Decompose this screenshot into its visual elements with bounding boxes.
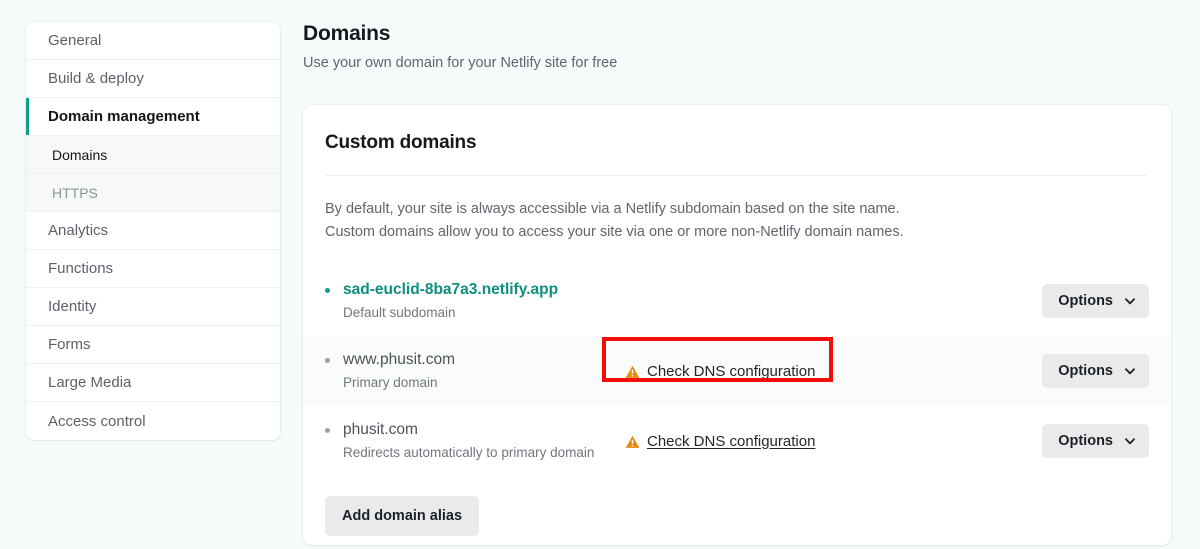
sidebar-item-label: Functions <box>48 260 114 277</box>
sidebar-item-access-control[interactable]: Access control <box>26 402 280 440</box>
domain-info: phusit.com Redirects automatically to pr… <box>325 420 625 462</box>
sidebar-item-label: Forms <box>48 336 91 353</box>
chevron-down-icon <box>1125 367 1135 374</box>
table-row: phusit.com Redirects automatically to pr… <box>303 406 1171 476</box>
sidebar-item-label: Analytics <box>48 222 109 239</box>
options-button-label: Options <box>1058 363 1113 379</box>
sidebar-item-identity[interactable]: Identity <box>26 288 280 326</box>
sidebar-item-label: Large Media <box>48 374 132 391</box>
card-title: Custom domains <box>325 132 477 153</box>
sidebar-item-label: Access control <box>48 412 146 430</box>
card-description: By default, your site is always accessib… <box>303 176 1171 244</box>
sidebar-item-domain-management[interactable]: Domain management <box>26 98 280 136</box>
warning-triangle-icon <box>625 435 640 448</box>
sidebar-item-label: General <box>48 32 102 49</box>
sidebar-item-functions[interactable]: Functions <box>26 250 280 288</box>
warning-triangle-icon <box>625 365 640 378</box>
card-description-line-2: Custom domains allow you to access your … <box>325 224 904 240</box>
page-header: Domains Use your own domain for your Net… <box>303 22 1171 71</box>
sidebar-item-https[interactable]: HTTPS <box>26 174 280 212</box>
add-domain-alias-wrap: Add domain alias <box>303 476 1171 536</box>
options-button[interactable]: Options <box>1042 424 1149 458</box>
domain-name: phusit.com <box>343 421 418 438</box>
sidebar-item-label: Identity <box>48 298 97 315</box>
sidebar-subitem-label: Domains <box>52 146 108 163</box>
domain-note: Default subdomain <box>343 305 456 320</box>
check-dns-configuration-link[interactable]: Check DNS configuration <box>625 363 815 380</box>
bullet-icon <box>325 428 330 433</box>
options-button[interactable]: Options <box>1042 284 1149 318</box>
sidebar-item-large-media[interactable]: Large Media <box>26 364 280 402</box>
options-button-label: Options <box>1058 433 1113 449</box>
sidebar-item-build-deploy[interactable]: Build & deploy <box>26 60 280 98</box>
domain-link[interactable]: sad-euclid-8ba7a3.netlify.app <box>343 280 558 300</box>
card-description-line-1: By default, your site is always accessib… <box>325 201 900 217</box>
settings-sidebar: General Build & deploy Domain management… <box>26 22 280 440</box>
bullet-icon <box>325 358 330 363</box>
chevron-down-icon <box>1125 437 1135 444</box>
sidebar-item-label: Build & deploy <box>48 70 144 87</box>
page-title: Domains <box>303 22 391 45</box>
options-button[interactable]: Options <box>1042 354 1149 388</box>
sidebar-item-forms[interactable]: Forms <box>26 326 280 364</box>
options-button-label: Options <box>1058 293 1113 309</box>
domain-name: www.phusit.com <box>343 351 455 368</box>
custom-domains-card: Custom domains By default, your site is … <box>303 105 1171 545</box>
bullet-icon <box>325 288 330 293</box>
table-row: www.phusit.com Primary domain Check DNS … <box>303 336 1171 406</box>
chevron-down-icon <box>1125 297 1135 304</box>
domain-info: www.phusit.com Primary domain <box>325 350 625 392</box>
domain-note: Redirects automatically to primary domai… <box>343 445 595 460</box>
check-dns-configuration-label: Check DNS configuration <box>647 362 816 380</box>
domain-info: sad-euclid-8ba7a3.netlify.app Default su… <box>325 280 625 322</box>
add-domain-alias-button[interactable]: Add domain alias <box>325 496 480 536</box>
domain-list: sad-euclid-8ba7a3.netlify.app Default su… <box>303 266 1171 476</box>
check-dns-configuration-link[interactable]: Check DNS configuration <box>625 433 815 450</box>
page-subtitle: Use your own domain for your Netlify sit… <box>303 55 618 71</box>
sidebar-item-domains[interactable]: Domains <box>26 136 280 174</box>
sidebar-item-general[interactable]: General <box>26 22 280 60</box>
check-dns-configuration-label: Check DNS configuration <box>647 432 816 450</box>
sidebar-item-label: Domain management <box>48 108 200 125</box>
sidebar-subitem-label: HTTPS <box>52 184 98 201</box>
domain-note: Primary domain <box>343 375 438 390</box>
table-row: sad-euclid-8ba7a3.netlify.app Default su… <box>303 266 1171 336</box>
sidebar-item-analytics[interactable]: Analytics <box>26 212 280 250</box>
